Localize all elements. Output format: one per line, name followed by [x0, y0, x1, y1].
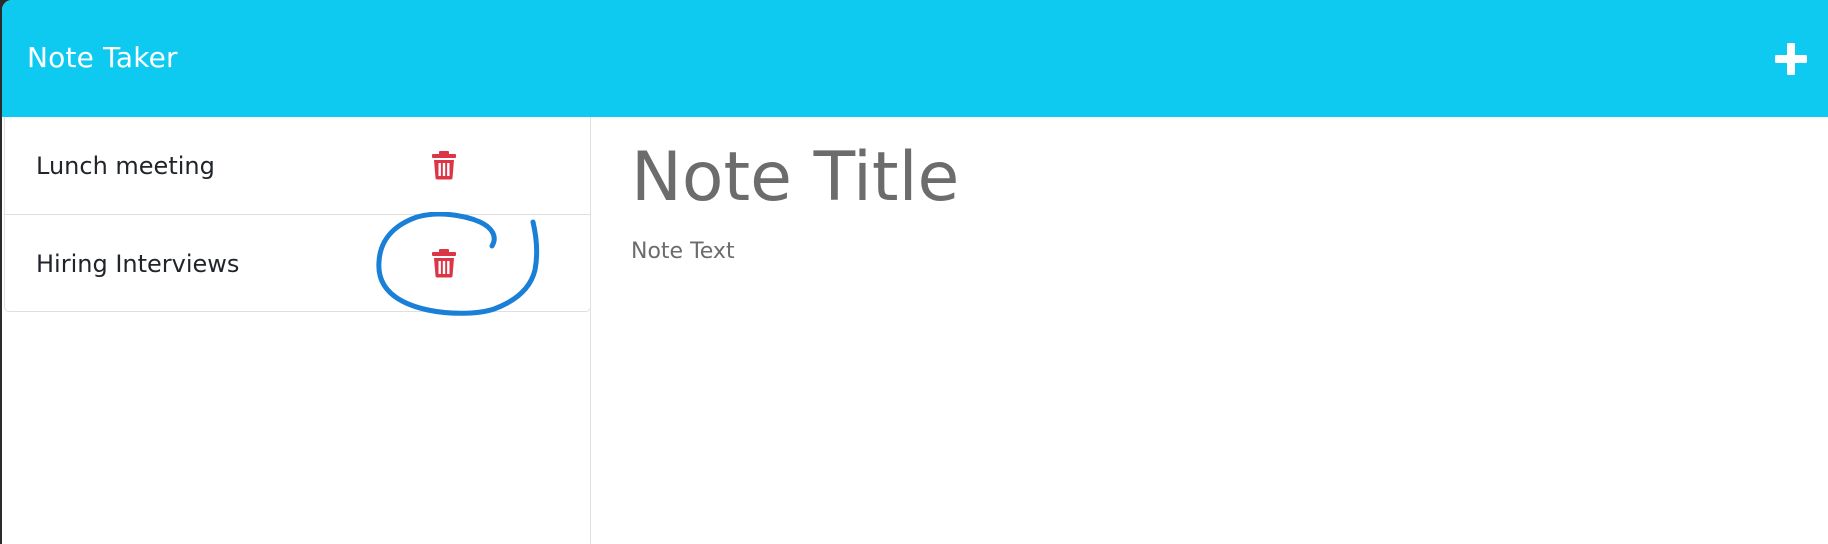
- trash-icon: [432, 249, 456, 278]
- note-item-hiring-interviews[interactable]: Hiring Interviews: [5, 214, 590, 311]
- note-text-input[interactable]: [631, 237, 1781, 517]
- note-taker-app: Note Taker Lunch meeting Hiring Intervie…: [2, 0, 1828, 544]
- plus-icon: [1775, 43, 1807, 75]
- note-list: Lunch meeting Hiring Interviews: [4, 117, 591, 312]
- note-title-input[interactable]: [631, 138, 1781, 218]
- note-editor: [591, 117, 1828, 544]
- note-item-lunch-meeting[interactable]: Lunch meeting: [5, 117, 590, 214]
- delete-note-button[interactable]: [431, 150, 457, 180]
- note-title: Hiring Interviews: [36, 250, 240, 278]
- sidebar: Lunch meeting Hiring Interviews: [2, 117, 591, 544]
- note-title: Lunch meeting: [36, 152, 215, 180]
- trash-icon: [432, 151, 456, 180]
- app-brand[interactable]: Note Taker: [27, 41, 178, 75]
- new-note-button[interactable]: [1773, 41, 1809, 77]
- delete-note-button[interactable]: [431, 248, 457, 278]
- navbar: Note Taker: [2, 0, 1828, 117]
